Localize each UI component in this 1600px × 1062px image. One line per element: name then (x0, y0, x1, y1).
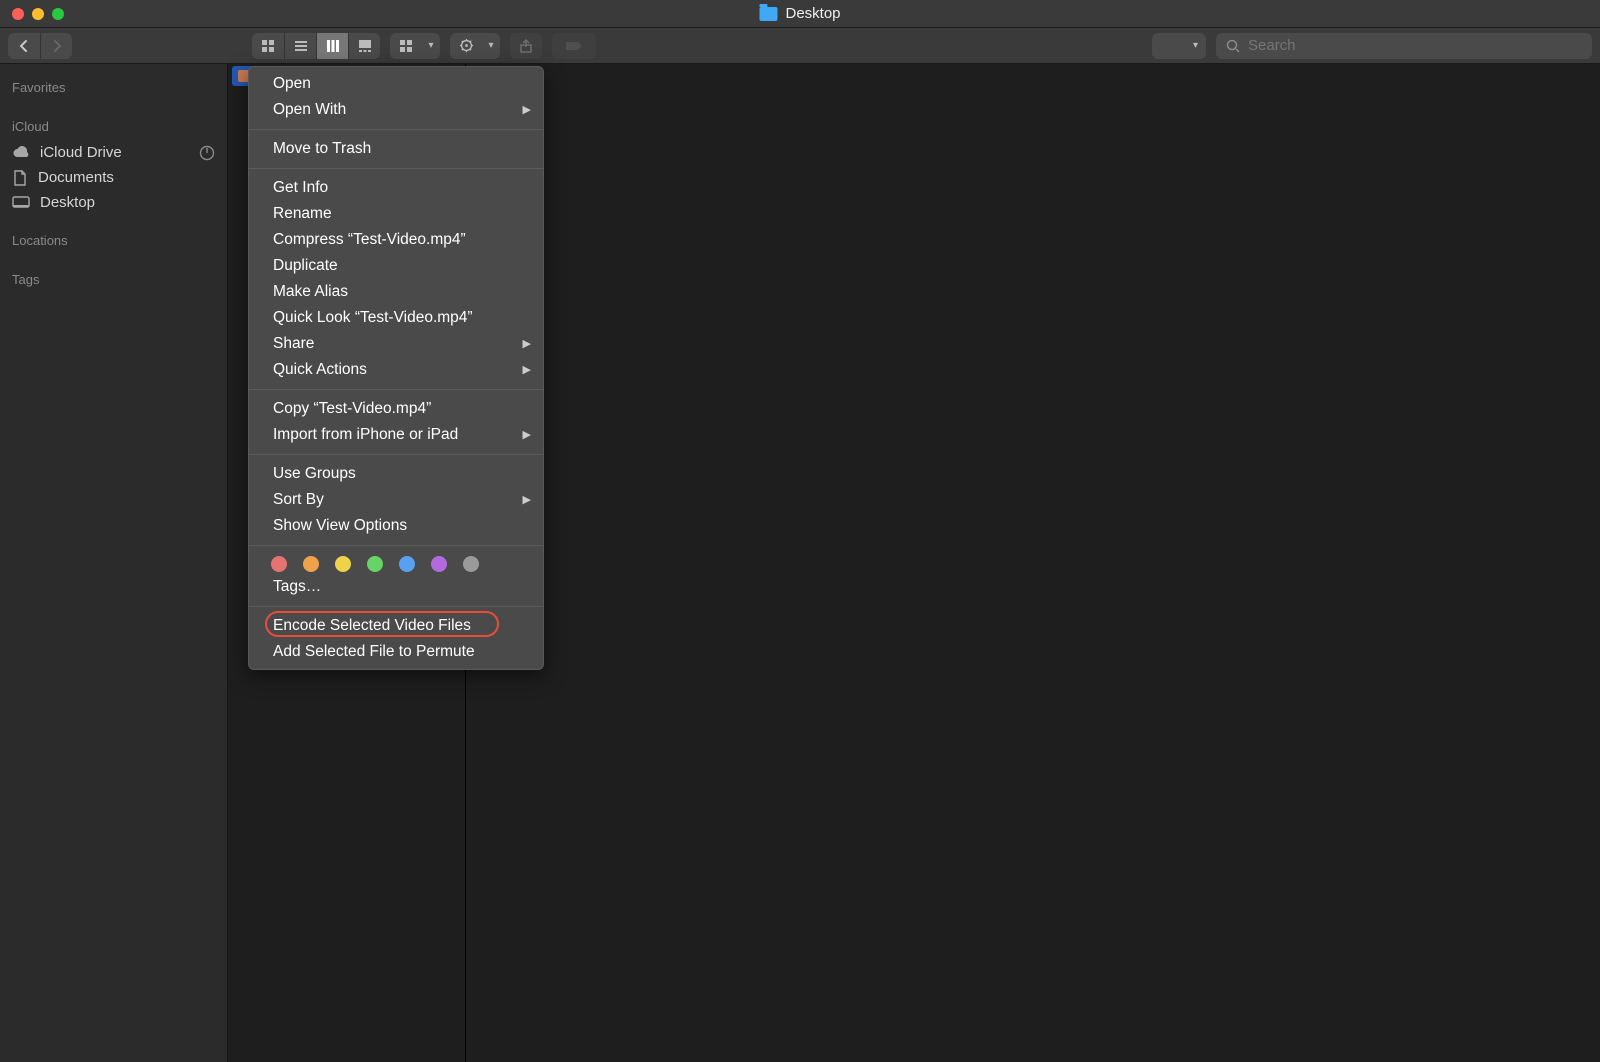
sidebar: Favorites iCloud iCloud Drive Documents (0, 64, 228, 1062)
menu-rename[interactable]: Rename (249, 201, 543, 227)
share-button[interactable] (510, 33, 542, 59)
menu-separator (249, 129, 543, 130)
menu-show-view-options[interactable]: Show View Options (249, 513, 543, 539)
tag-orange[interactable] (303, 556, 319, 572)
sidebar-item-label: iCloud Drive (40, 144, 122, 161)
menu-duplicate[interactable]: Duplicate (249, 253, 543, 279)
window-title: Desktop (785, 5, 840, 22)
menu-add-to-permute[interactable]: Add Selected File to Permute (249, 639, 543, 665)
search-input[interactable] (1248, 37, 1582, 54)
menu-sort-by[interactable]: Sort By (249, 487, 543, 513)
sidebar-item-desktop[interactable]: Desktop (4, 190, 223, 215)
desktop-icon (12, 196, 30, 210)
fullscreen-icon[interactable] (52, 8, 64, 20)
menu-separator (249, 606, 543, 607)
document-icon (12, 170, 28, 186)
context-menu: Open Open With Move to Trash Get Info Re… (248, 66, 544, 670)
sidebar-item-icloud-drive[interactable]: iCloud Drive (4, 140, 223, 165)
menu-quick-actions[interactable]: Quick Actions (249, 357, 543, 383)
menu-open[interactable]: Open (249, 71, 543, 97)
main: Favorites iCloud iCloud Drive Documents (0, 64, 1600, 1062)
sidebar-item-label: Desktop (40, 194, 95, 211)
tag-red[interactable] (271, 556, 287, 572)
back-button[interactable] (8, 33, 40, 59)
menu-quick-look[interactable]: Quick Look “Test-Video.mp4” (249, 305, 543, 331)
tag-purple[interactable] (431, 556, 447, 572)
tag-blue[interactable] (399, 556, 415, 572)
window-controls (0, 8, 64, 20)
chevron-down-icon: ▾ (422, 33, 440, 59)
search-field[interactable] (1216, 33, 1592, 59)
sidebar-header-tags: Tags (4, 268, 223, 293)
menu-move-to-trash[interactable]: Move to Trash (249, 136, 543, 162)
nav-group (8, 33, 72, 59)
sync-status-icon (199, 145, 215, 161)
menu-tags[interactable]: Tags… (249, 574, 543, 600)
list-view-button[interactable] (284, 33, 316, 59)
menu-separator (249, 545, 543, 546)
menu-make-alias[interactable]: Make Alias (249, 279, 543, 305)
sidebar-item-label: Documents (38, 169, 114, 186)
menu-use-groups[interactable]: Use Groups (249, 461, 543, 487)
menu-open-with[interactable]: Open With (249, 97, 543, 123)
menu-separator (249, 454, 543, 455)
menu-compress[interactable]: Compress “Test-Video.mp4” (249, 227, 543, 253)
menu-separator (249, 168, 543, 169)
sidebar-item-documents[interactable]: Documents (4, 165, 223, 190)
menu-share[interactable]: Share (249, 331, 543, 357)
sidebar-header-locations: Locations (4, 229, 223, 254)
tag-yellow[interactable] (335, 556, 351, 572)
menu-copy[interactable]: Copy “Test-Video.mp4” (249, 396, 543, 422)
column-view-button[interactable] (316, 33, 348, 59)
folder-icon (759, 7, 777, 21)
forward-button[interactable] (40, 33, 72, 59)
group-by-button[interactable]: ▾ (390, 33, 440, 59)
tags-button[interactable] (552, 33, 596, 59)
search-icon (1226, 39, 1240, 53)
toolbar: ▾ ▾ ▾ (0, 28, 1600, 64)
cloud-icon (12, 146, 30, 160)
menu-separator (249, 389, 543, 390)
path-dropdown[interactable]: ▾ (1152, 33, 1206, 59)
titlebar: Desktop (0, 0, 1600, 28)
tag-gray[interactable] (463, 556, 479, 572)
menu-get-info[interactable]: Get Info (249, 175, 543, 201)
action-menu-button[interactable]: ▾ (450, 33, 500, 59)
sidebar-header-favorites: Favorites (4, 76, 223, 101)
gallery-view-button[interactable] (348, 33, 380, 59)
menu-tag-row (249, 552, 543, 574)
menu-import-iphone[interactable]: Import from iPhone or iPad (249, 422, 543, 448)
view-mode-group (252, 33, 380, 59)
tag-green[interactable] (367, 556, 383, 572)
icon-view-button[interactable] (252, 33, 284, 59)
close-icon[interactable] (12, 8, 24, 20)
chevron-down-icon: ▾ (482, 33, 500, 59)
sidebar-header-icloud: iCloud (4, 115, 223, 140)
minimize-icon[interactable] (32, 8, 44, 20)
menu-encode-video[interactable]: Encode Selected Video Files (249, 613, 543, 639)
